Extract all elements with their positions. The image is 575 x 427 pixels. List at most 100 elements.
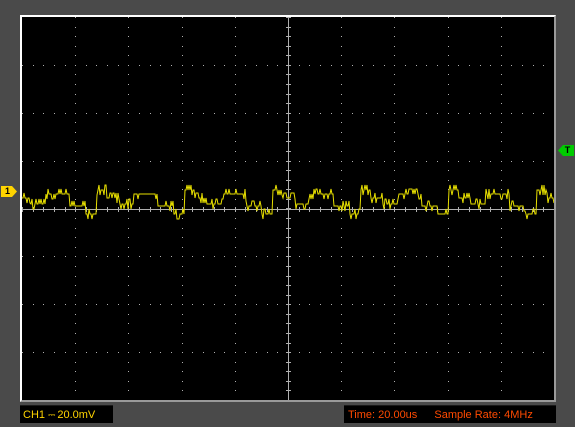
grid-dot [522,304,523,305]
grid-dot [522,161,523,162]
grid-dot [341,343,342,344]
grid-dot [501,343,502,344]
grid-dot [75,304,76,305]
grid-dot [469,304,470,305]
grid-dot [501,74,502,75]
grid-dot [480,65,481,66]
grid-dot [75,371,76,372]
grid-dot [75,170,76,171]
grid-dot [224,304,225,305]
grid-dot [171,256,172,257]
grid-dot [86,304,87,305]
grid-dot [235,180,236,181]
grid-dot [490,352,491,353]
ch1-level-marker[interactable]: 1 [1,186,18,197]
grid-dot [171,161,172,162]
grid-dot [448,103,449,104]
grid-dot [267,113,268,114]
grid-dot [362,256,363,257]
grid-dot [192,352,193,353]
grid-dot [235,304,236,305]
grid-dot [182,46,183,47]
grid-dot [331,256,332,257]
grid-dot [214,113,215,114]
grid-dot [128,285,129,286]
scope-display[interactable] [20,15,556,402]
grid-dot [22,304,23,305]
grid-dot [394,27,395,28]
grid-dot [394,285,395,286]
grid-dot [75,132,76,133]
trigger-level-marker[interactable]: T [557,145,574,156]
grid-dot [86,161,87,162]
grid-dot [75,381,76,382]
grid-dot [341,352,342,353]
grid-dot [75,285,76,286]
grid-dot [182,17,183,18]
grid-dot [277,65,278,66]
grid-dot [128,103,129,104]
grid-dot [128,36,129,37]
grid-dot [501,84,502,85]
grid-dot [171,304,172,305]
grid-dot [320,65,321,66]
grid-dot [373,304,374,305]
grid-dot [501,381,502,382]
grid-dot [448,161,449,162]
grid-dot [235,381,236,382]
grid-dot [182,94,183,95]
grid-dot [256,352,257,353]
grid-dot [511,161,512,162]
grid-dot [299,113,300,114]
grid-dot [192,113,193,114]
grid-dot [75,247,76,248]
grid-dot [448,247,449,248]
grid-dot [182,247,183,248]
grid-dot [277,161,278,162]
grid-dot [277,352,278,353]
grid-dot [182,65,183,66]
grid-dot [128,228,129,229]
grid-dot [448,84,449,85]
grid-dot [511,352,512,353]
grid-dot [341,218,342,219]
grid-dot [235,27,236,28]
grid-dot [394,189,395,190]
grid-dot [501,170,502,171]
grid-dot [182,132,183,133]
grid-dot [245,161,246,162]
grid-dot [309,161,310,162]
grid-dot [235,343,236,344]
grid-dot [54,352,55,353]
grid-dot [96,304,97,305]
grid-dot [299,65,300,66]
grid-dot [33,113,34,114]
grid-dot [182,362,183,363]
grid-dot [75,84,76,85]
grid-dot [128,323,129,324]
grid-dot [341,266,342,267]
grid-dot [224,65,225,66]
grid-dot [128,180,129,181]
grid-dot [54,65,55,66]
grid-dot [54,113,55,114]
grid-dot [448,381,449,382]
grid-dot [33,65,34,66]
grid-dot [128,161,129,162]
grid-dot [501,304,502,305]
grid-dot [75,295,76,296]
grid-dot [416,113,417,114]
grid-dot [331,161,332,162]
grid-dot [182,189,183,190]
grid-dot [22,161,23,162]
grid-dot [394,390,395,391]
grid-dot [373,256,374,257]
grid-dot [235,170,236,171]
grid-dot [543,304,544,305]
grid-dot [394,304,395,305]
grid-dot [65,304,66,305]
grid-dot [501,362,502,363]
grid-dot [448,285,449,286]
grid-dot [437,65,438,66]
grid-dot [75,46,76,47]
